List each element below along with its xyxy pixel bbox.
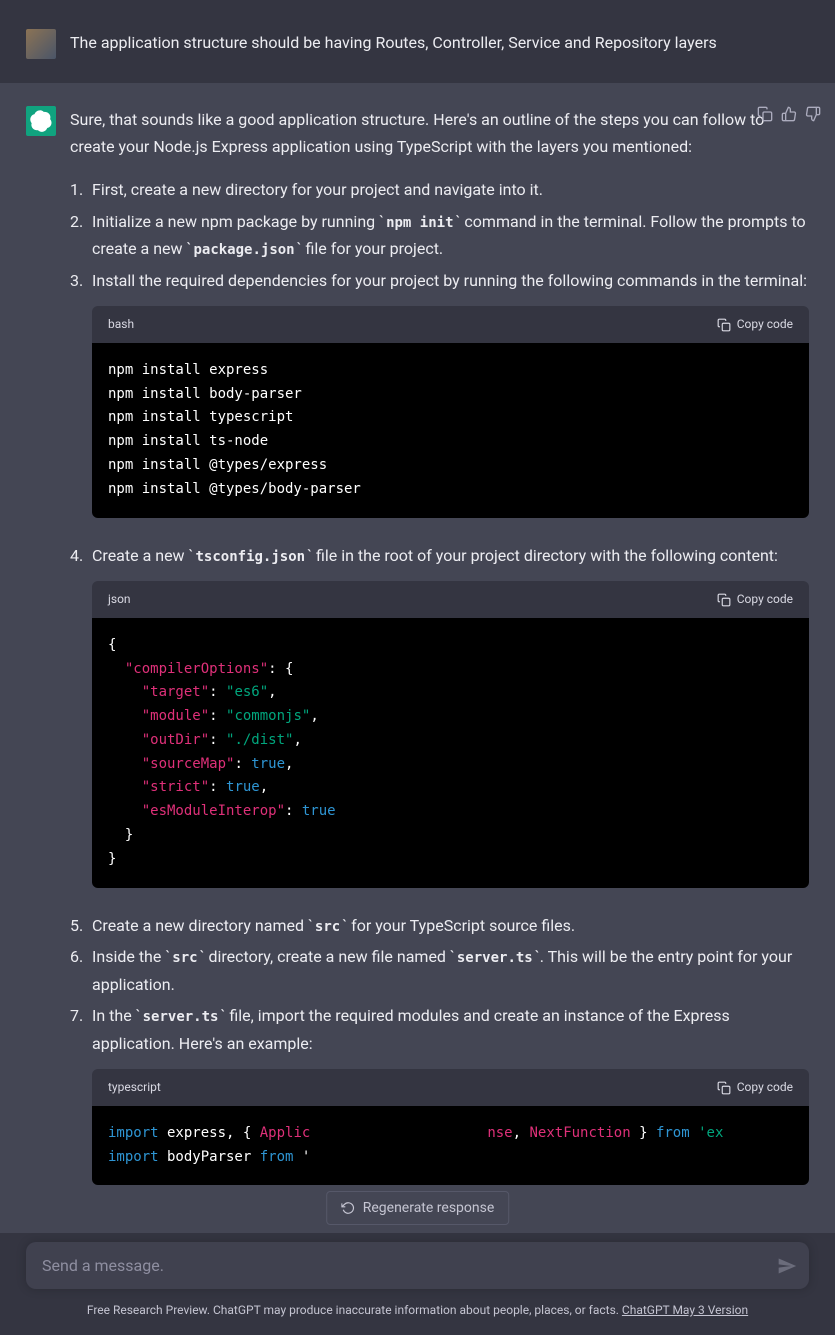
step-6: Inside the `src` directory, create a new… [70,943,809,998]
input-area: Send a message. Free Research Preview. C… [0,1242,835,1335]
send-icon[interactable] [777,1256,797,1276]
thumbs-up-icon[interactable] [781,106,797,122]
code-block-json: json Copy code { "compilerOptions": { "t… [92,581,809,887]
code-lang: json [108,589,131,609]
code-header: bash Copy code [92,306,809,342]
code-block-bash: bash Copy code npm install express npm i… [92,306,809,517]
footer-text: Free Research Preview. ChatGPT may produ… [26,1303,809,1317]
thumbs-down-icon[interactable] [805,106,821,122]
code-body: { "compilerOptions": { "target": "es6", … [92,618,809,888]
message-input[interactable]: Send a message. [26,1242,809,1289]
code-body: import express, { Application, Request, … [92,1106,809,1186]
copy-code-button[interactable]: Copy code [717,314,793,334]
clipboard-icon [717,318,731,332]
code-header: typescript Copy code [92,1069,809,1105]
copy-code-button[interactable]: Copy code [717,589,793,609]
clipboard-icon[interactable] [757,106,773,122]
code-lang: typescript [108,1077,161,1097]
copy-code-button[interactable]: Copy code [717,1077,793,1097]
steps-list: First, create a new directory for your p… [70,176,809,1185]
step-7: In the `server.ts` file, import the requ… [70,1002,809,1185]
assistant-avatar [26,106,56,136]
input-placeholder: Send a message. [42,1256,164,1275]
user-message-text: The application structure should be havi… [70,29,809,59]
code-body: npm install express npm install body-par… [92,343,809,518]
code-lang: bash [108,314,134,334]
step-3: Install the required dependencies for yo… [70,267,809,517]
user-avatar [26,29,56,59]
step-2: Initialize a new npm package by running … [70,208,809,264]
step-4: Create a new `tsconfig.json` file in the… [70,542,809,888]
step-1: First, create a new directory for your p… [70,176,809,203]
code-block-typescript: typescript Copy code import express, { A… [92,1069,809,1185]
clipboard-icon [717,1081,731,1095]
refresh-icon [341,1201,355,1215]
user-message-row: The application structure should be havi… [0,0,835,83]
assistant-intro: Sure, that sounds like a good applicatio… [70,106,809,160]
code-header: json Copy code [92,581,809,617]
regenerate-button[interactable]: Regenerate response [326,1191,510,1225]
step-5: Create a new directory named `src` for y… [70,912,809,940]
version-link[interactable]: ChatGPT May 3 Version [622,1303,748,1317]
message-actions [757,106,821,122]
assistant-message-content: Sure, that sounds like a good applicatio… [70,106,809,1209]
clipboard-icon [717,593,731,607]
assistant-message-row: Sure, that sounds like a good applicatio… [0,83,835,1233]
